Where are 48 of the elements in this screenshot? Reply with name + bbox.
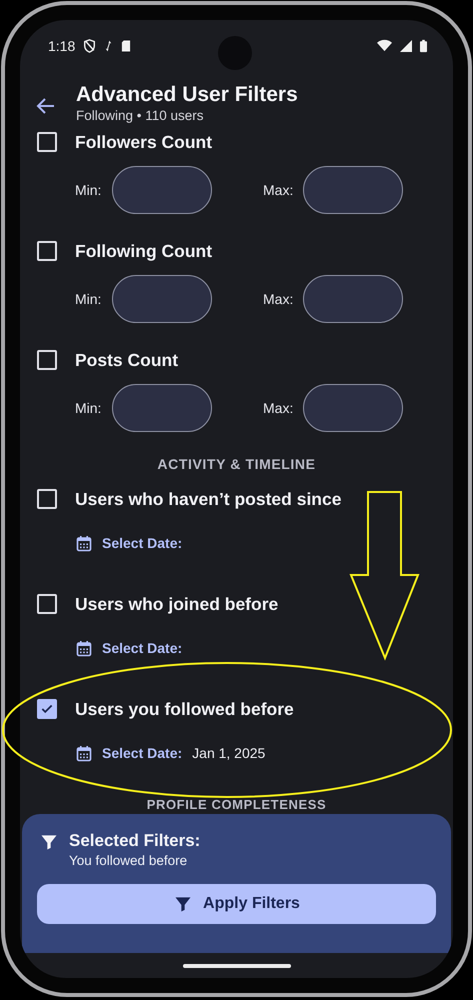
filter-label: Users who joined before (75, 594, 278, 614)
filter-label: Posts Count (75, 350, 178, 370)
filter-label: Users you followed before (75, 698, 294, 720)
max-field[interactable] (303, 166, 403, 214)
checkbox[interactable] (37, 699, 57, 719)
screen-subtitle: Following • 110 users (76, 107, 205, 125)
min-field[interactable] (112, 275, 212, 323)
signal-icon (400, 39, 412, 53)
apply-filters-button[interactable]: Apply Filters (37, 884, 436, 924)
summary-text: You followed before (69, 852, 188, 870)
home-indicator[interactable] (182, 964, 290, 968)
date-value: Jan 1, 2025 (192, 745, 266, 761)
status-time: 1:18 (48, 38, 76, 54)
min-label: Min: (75, 400, 102, 416)
max-field[interactable] (303, 384, 403, 432)
min-label: Min: (75, 291, 102, 307)
summary-title: Selected Filters: (69, 830, 200, 852)
section-heading: ACTIVITY & TIMELINE (157, 457, 316, 471)
shield-icon (83, 39, 96, 53)
select-date-link[interactable]: Select Date: (102, 535, 182, 551)
max-field[interactable] (303, 275, 403, 323)
filter-label: Users who haven’t posted since (75, 488, 342, 510)
wifi-icon (377, 39, 392, 53)
max-label: Max: (263, 400, 294, 416)
sync-icon (104, 39, 114, 53)
checkbox[interactable] (37, 489, 57, 509)
battery-icon (420, 39, 427, 53)
calendar-icon[interactable] (76, 640, 92, 656)
checkbox[interactable] (37, 350, 57, 370)
select-date-link[interactable]: Select Date: (102, 745, 182, 761)
min-field[interactable] (112, 166, 212, 214)
sd-card-icon (121, 39, 132, 53)
calendar-icon[interactable] (76, 744, 92, 762)
max-label: Max: (263, 182, 294, 198)
calendar-icon[interactable] (76, 534, 92, 552)
checkbox[interactable] (37, 132, 57, 152)
filter-label: Followers Count (75, 132, 212, 152)
select-date-link[interactable]: Select Date: (102, 640, 182, 656)
section-heading: PROFILE COMPLETENESS (146, 798, 326, 810)
min-field[interactable] (112, 384, 212, 432)
screen-title: Advanced User Filters (76, 83, 298, 107)
filter-label: Following Count (75, 240, 212, 262)
checkbox[interactable] (37, 594, 57, 614)
max-label: Max: (263, 291, 294, 307)
back-icon[interactable] (36, 96, 56, 116)
checkbox[interactable] (37, 241, 57, 261)
min-label: Min: (75, 182, 102, 198)
check-icon (40, 702, 54, 716)
